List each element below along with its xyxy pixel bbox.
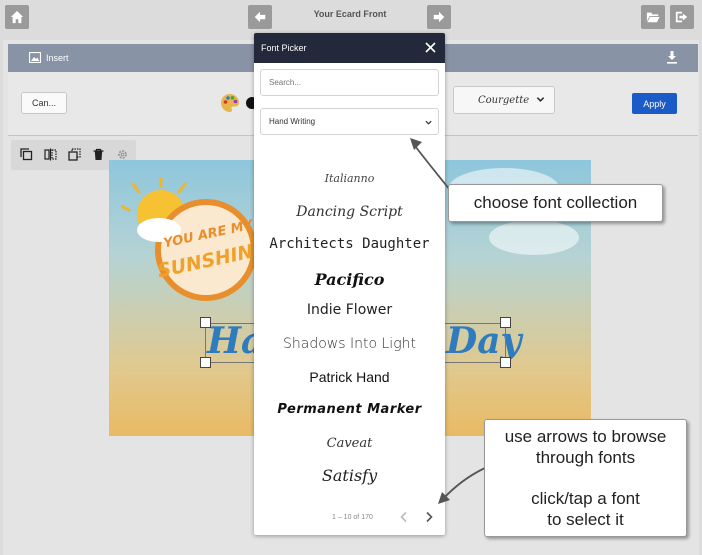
chevron-left-icon[interactable] xyxy=(399,511,409,523)
font-option-architects-daughter[interactable]: Architects Daughter xyxy=(254,236,445,252)
font-search-input[interactable] xyxy=(260,69,439,96)
resize-handle-top-left[interactable] xyxy=(200,317,211,328)
close-icon[interactable] xyxy=(425,42,436,53)
download-icon[interactable] xyxy=(666,51,678,64)
resize-handle-bottom-right[interactable] xyxy=(500,357,511,368)
font-option-caveat[interactable]: Caveat xyxy=(254,436,445,451)
font-select[interactable]: Courgette xyxy=(453,86,555,114)
chevron-right-icon[interactable] xyxy=(424,511,434,523)
font-option-satisfy[interactable]: Satisfy xyxy=(254,466,445,485)
previous-page-button[interactable] xyxy=(248,5,272,29)
home-button[interactable] xyxy=(5,5,29,29)
apply-button[interactable]: Apply xyxy=(632,93,677,114)
arrow-left-icon xyxy=(254,11,266,23)
copy-icon[interactable] xyxy=(20,148,33,161)
font-option-permanent-marker[interactable]: Permanent Marker xyxy=(254,402,445,417)
chevron-down-icon xyxy=(425,120,432,125)
folder-open-icon xyxy=(646,12,660,23)
cancel-button[interactable]: Can... xyxy=(21,92,67,114)
font-option-indie-flower[interactable]: Indie Flower xyxy=(254,302,445,318)
sign-out-icon xyxy=(675,11,688,23)
callout-browse-fonts: use arrows to browse through fonts click… xyxy=(484,419,687,537)
layers-icon[interactable] xyxy=(68,148,81,161)
font-collection-value: Hand Writing xyxy=(269,117,316,126)
next-page-button[interactable] xyxy=(427,5,451,29)
font-picker-dialog: Font Picker Hand Writing Italianno Danci… xyxy=(254,33,445,535)
font-select-value: Courgette xyxy=(478,94,530,106)
flip-icon[interactable] xyxy=(44,148,57,161)
trash-icon[interactable] xyxy=(92,148,105,161)
arrow-right-icon xyxy=(433,11,445,23)
font-option-shadows-into-light[interactable]: Shadows Into Light xyxy=(254,336,445,352)
font-picker-title: Font Picker xyxy=(261,43,307,53)
cloud xyxy=(489,220,579,255)
exit-button[interactable] xyxy=(670,5,694,29)
open-button[interactable] xyxy=(641,5,665,29)
callout-browse-line-2: through fonts xyxy=(535,448,636,467)
page-title: Your Ecard Front xyxy=(313,9,387,19)
palette-icon[interactable] xyxy=(220,93,240,113)
image-icon[interactable] xyxy=(29,52,41,63)
resize-handle-bottom-left[interactable] xyxy=(200,357,211,368)
callout-font-collection: choose font collection xyxy=(448,184,663,222)
font-picker-header: Font Picker xyxy=(254,33,445,63)
callout-select-line-2: to select it xyxy=(547,510,624,529)
chevron-down-icon xyxy=(536,97,545,102)
font-option-pacifico[interactable]: Pacifico xyxy=(254,270,445,289)
font-option-patrick-hand[interactable]: Patrick Hand xyxy=(254,369,445,385)
resize-handle-top-right[interactable] xyxy=(500,317,511,328)
callout-browse-line-1: use arrows to browse xyxy=(504,427,667,446)
pagination-status: 1 – 10 of 170 xyxy=(332,514,373,521)
insert-label[interactable]: Insert xyxy=(46,53,69,63)
callout-select-line-1: click/tap a font xyxy=(531,489,640,508)
home-icon xyxy=(10,10,24,24)
